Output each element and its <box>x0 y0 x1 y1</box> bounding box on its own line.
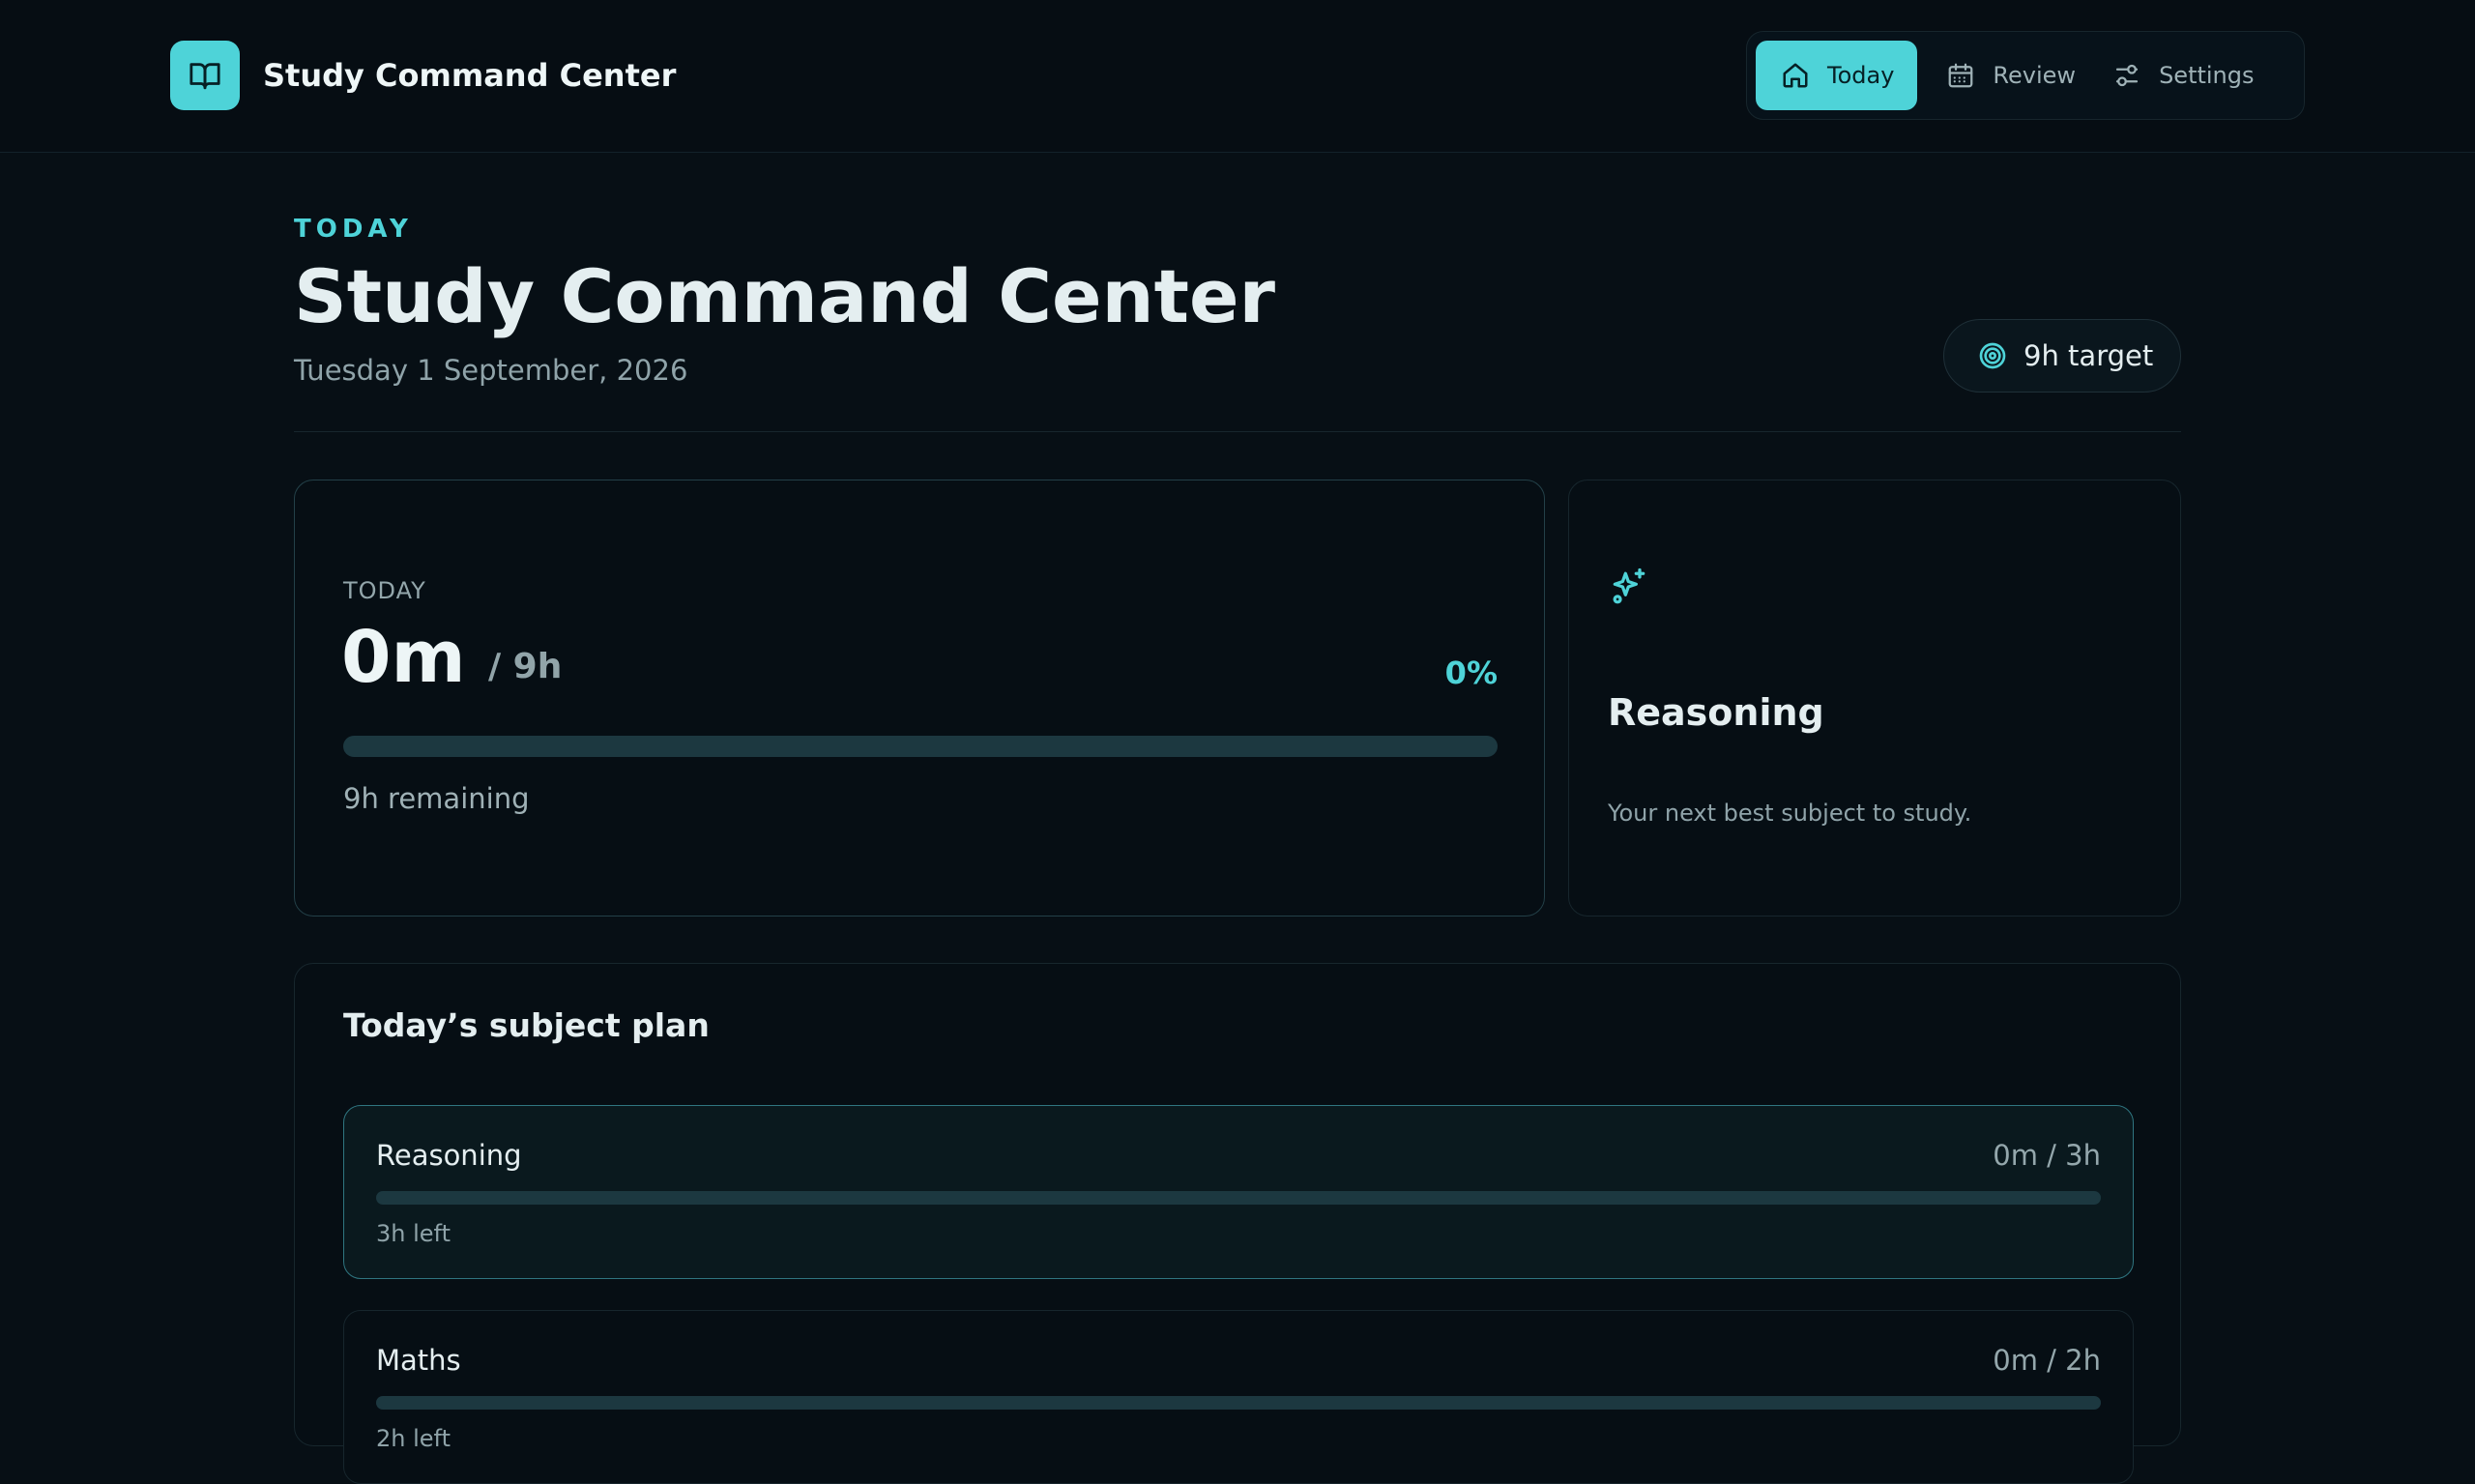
nav-item-label: Settings <box>2159 62 2255 89</box>
subject-time: 0m / 3h <box>1993 1139 2101 1172</box>
subject-time-left: 2h left <box>376 1425 451 1452</box>
page-date: Tuesday 1 September, 2026 <box>294 354 688 387</box>
progress-percent: 0% <box>1444 655 1498 691</box>
subject-time-left: 3h left <box>376 1220 451 1247</box>
target-pill-label: 9h target <box>2024 339 2154 372</box>
subject-time: 0m / 2h <box>1993 1344 2101 1377</box>
nav-item-settings[interactable]: Settings <box>2099 41 2255 110</box>
subject-name: Maths <box>376 1344 461 1377</box>
page-title: Study Command Center <box>294 253 1275 339</box>
nav-item-review[interactable]: Review <box>1917 41 2099 110</box>
section-eyebrow: TODAY <box>294 215 413 244</box>
home-icon <box>1783 63 1808 88</box>
subject-name: Reasoning <box>376 1139 522 1172</box>
open-book-icon <box>170 41 240 110</box>
subject-plan-title: Today’s subject plan <box>343 1006 710 1044</box>
progress-bar <box>343 736 1498 757</box>
top-bar: Study Command Center Today Review Settin… <box>0 0 2475 153</box>
target-icon <box>1979 342 2006 369</box>
brand[interactable]: Study Command Center <box>170 41 676 110</box>
today-progress-card: TODAY 0m / 9h 0% 9h remaining <box>294 480 1545 917</box>
calendar-icon <box>1949 63 1973 88</box>
sliders-icon <box>2115 64 2139 87</box>
header-divider <box>294 431 2181 432</box>
suggested-subject: Reasoning <box>1608 691 1824 734</box>
studied-time: 0m <box>341 616 466 699</box>
subject-progress-bar <box>376 1396 2101 1410</box>
subject-progress-bar <box>376 1191 2101 1205</box>
subject-row-reasoning[interactable]: Reasoning 0m / 3h 3h left <box>343 1105 2134 1279</box>
app-name: Study Command Center <box>263 57 677 94</box>
next-subject-card[interactable]: Reasoning Your next best subject to stud… <box>1568 480 2181 917</box>
nav-item-label: Today <box>1827 62 1895 89</box>
target-time: / 9h <box>488 647 563 686</box>
progress-label: TODAY <box>343 577 426 604</box>
time-remaining: 9h remaining <box>343 782 530 815</box>
daily-target-pill[interactable]: 9h target <box>1943 319 2181 393</box>
subject-row-maths[interactable]: Maths 0m / 2h 2h left <box>343 1310 2134 1484</box>
nav-item-today[interactable]: Today <box>1756 41 1918 110</box>
subject-plan-card: Today’s subject plan Reasoning 0m / 3h 3… <box>294 963 2181 1484</box>
main-nav: Today Review Settings <box>1746 31 2305 120</box>
nav-item-label: Review <box>1993 62 2077 89</box>
sparkles-icon <box>1608 566 1650 612</box>
suggestion-caption: Your next best subject to study. <box>1608 800 1972 827</box>
